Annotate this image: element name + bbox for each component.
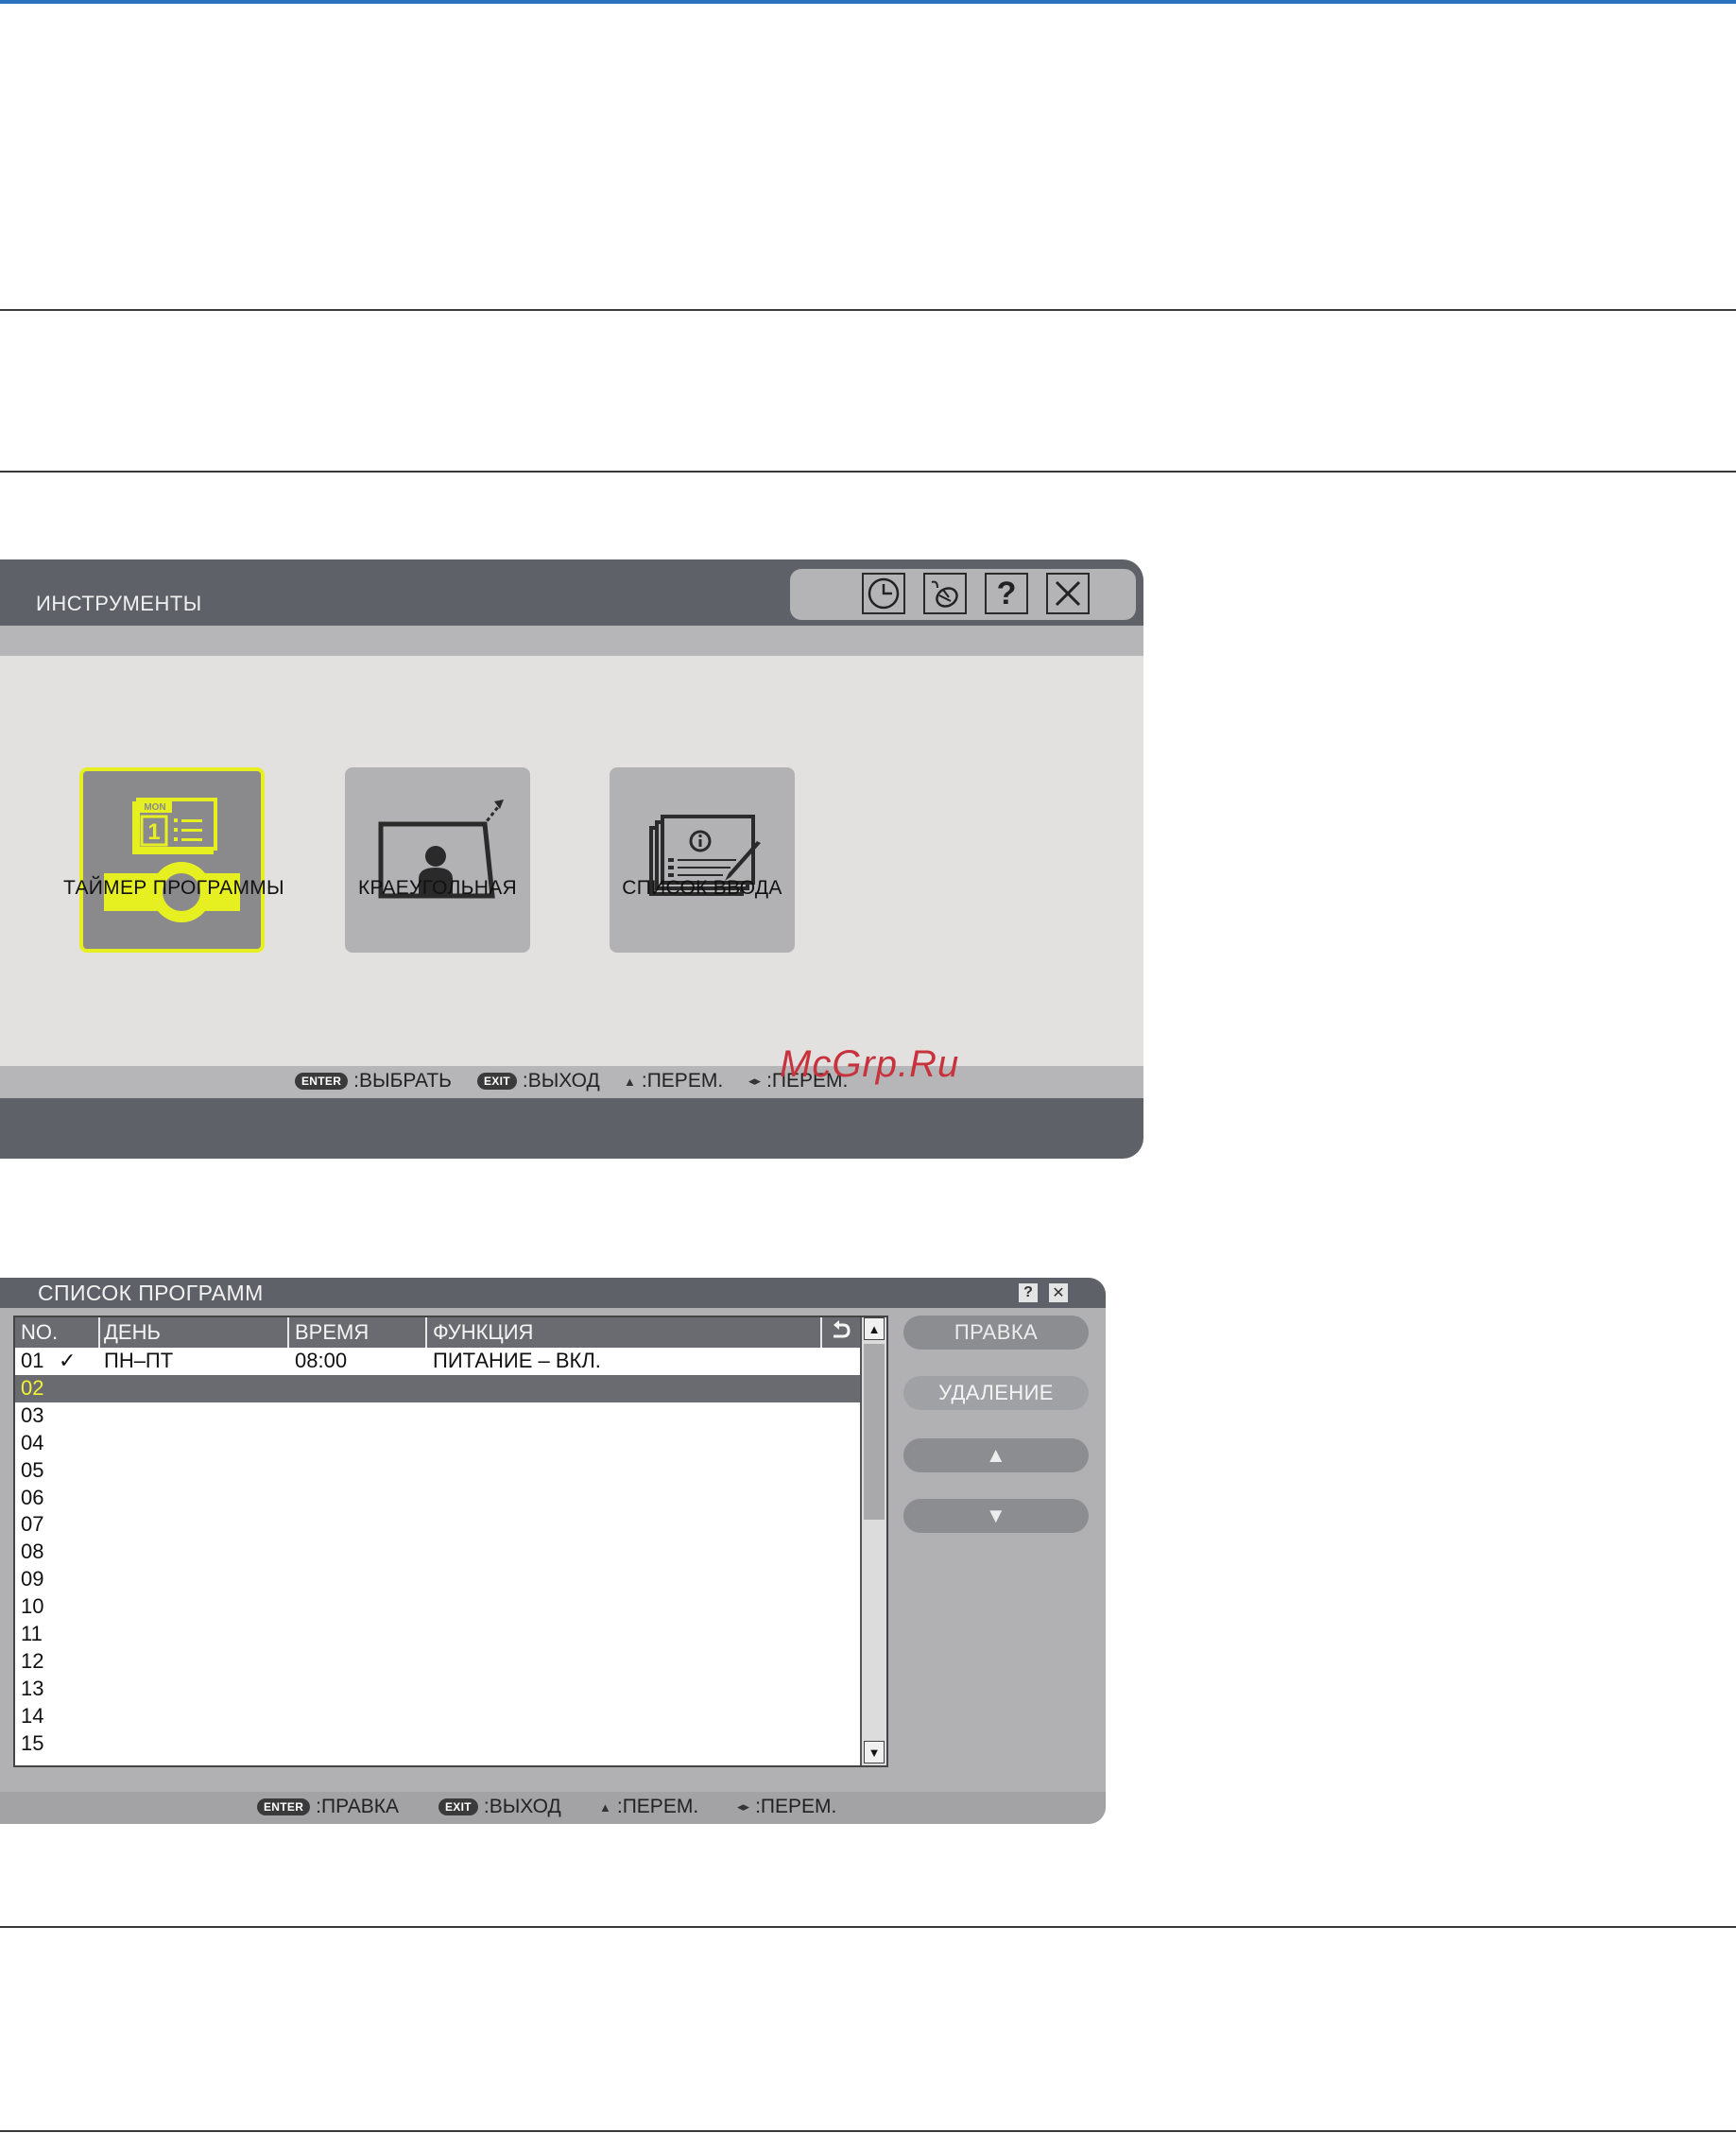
move-up-button[interactable]: ▲	[903, 1438, 1089, 1472]
program-table: NO. ДЕНЬ ВРЕМЯ ФУНКЦИЯ 01 ✓ ПН–ПТ 08:00 ПИТА…	[13, 1316, 888, 1767]
edit-button[interactable]: ПРАВКА	[903, 1316, 1089, 1350]
program-list-title: СПИСОК ПРОГРАММ	[38, 1281, 264, 1305]
tools-icon-bar: ?	[790, 569, 1136, 620]
tools-help-bar: ENTER :ВЫБРАТЬ EXIT :ВЫХОД ▲ :ПЕРЕМ. ◂▸ …	[0, 1066, 1143, 1098]
up-down-arrows-icon: ▲	[624, 1074, 636, 1089]
table-row[interactable]: 02	[15, 1374, 860, 1402]
close-icon[interactable]: ✕	[1049, 1283, 1068, 1302]
table-row[interactable]: 10	[15, 1593, 860, 1621]
row-no: 11	[21, 1622, 43, 1645]
row-no: 02	[21, 1375, 44, 1400]
divider	[0, 471, 1736, 473]
delete-button[interactable]: УДАЛЕНИЕ	[903, 1376, 1089, 1410]
enter-key-icon: ENTER	[257, 1798, 311, 1815]
svg-text:1: 1	[147, 819, 160, 845]
column-divider	[820, 1317, 822, 1348]
scrollbar[interactable]: ▲ ▼	[860, 1317, 886, 1765]
help-icon[interactable]: ?	[985, 573, 1028, 614]
column-divider	[98, 1317, 100, 1348]
svg-text:MON: MON	[144, 802, 165, 813]
table-row[interactable]: 09	[15, 1566, 860, 1593]
row-function: ПИТАНИЕ – ВКЛ.	[433, 1349, 601, 1372]
help-updown: ▲ :ПЕРЕМ.	[599, 1796, 699, 1817]
table-row[interactable]: 05	[15, 1457, 860, 1485]
tools-window: ИНСТРУМЕНТЫ ? MON 1 ТАЙМЕР ПРОГРАММЫ КРА…	[0, 559, 1143, 1159]
row-no: 03	[21, 1402, 44, 1427]
row-no: 12	[21, 1648, 44, 1673]
table-row[interactable]: 11	[15, 1621, 860, 1648]
row-no: 09	[21, 1567, 44, 1591]
column-divider	[287, 1317, 289, 1348]
close-icon[interactable]	[1046, 573, 1090, 614]
program-list-window: СПИСОК ПРОГРАММ ? ✕ NO. ДЕНЬ ВРЕМЯ ФУНКЦ…	[0, 1278, 1106, 1824]
divider	[0, 309, 1736, 311]
row-no: 13	[21, 1676, 44, 1700]
input-list-label: СПИСОК ВВОДА	[622, 877, 782, 899]
program-list-help-bar: ENTER :ПРАВКА EXIT :ВЫХОД ▲ :ПЕРЕМ. ◂▸ :…	[0, 1792, 1106, 1824]
help-exit: EXIT :ВЫХОД	[477, 1070, 600, 1092]
table-row[interactable]: 14	[15, 1703, 860, 1730]
scroll-down-button[interactable]: ▼	[864, 1741, 885, 1763]
table-row[interactable]: 15	[15, 1730, 860, 1758]
top-accent-bar	[0, 0, 1736, 4]
table-header: NO. ДЕНЬ ВРЕМЯ ФУНКЦИЯ	[15, 1317, 860, 1348]
col-time: ВРЕМЯ	[295, 1320, 370, 1344]
row-no: 01	[21, 1349, 44, 1372]
up-down-arrows-icon: ▲	[599, 1799, 611, 1815]
row-no: 14	[21, 1703, 44, 1728]
row-day: ПН–ПТ	[104, 1349, 174, 1372]
help-icon[interactable]: ?	[1019, 1283, 1038, 1302]
row-no: 08	[21, 1540, 44, 1564]
row-no: 06	[21, 1485, 44, 1509]
left-right-arrows-icon: ◂▸	[748, 1074, 762, 1088]
help-exit: EXIT :ВЫХОД	[438, 1796, 561, 1818]
input-list-tile[interactable]	[610, 767, 795, 953]
row-no: 15	[21, 1730, 44, 1755]
col-no: NO.	[21, 1320, 59, 1344]
table-row[interactable]: 04	[15, 1430, 860, 1457]
move-down-button[interactable]: ▼	[903, 1499, 1089, 1533]
clock-icon[interactable]	[862, 573, 905, 614]
help-enter: ENTER :ПРАВКА	[257, 1796, 399, 1818]
program-timer-tile[interactable]: MON 1	[79, 767, 265, 953]
table-row[interactable]: 12	[15, 1648, 860, 1676]
divider	[0, 2130, 1736, 2132]
column-divider	[425, 1317, 427, 1348]
checkmark-icon: ✓	[59, 1349, 77, 1372]
cornerstone-icon	[378, 800, 504, 899]
col-day: ДЕНЬ	[104, 1320, 161, 1344]
cornerstone-tile[interactable]	[345, 767, 530, 953]
table-row[interactable]: 07	[15, 1511, 860, 1539]
row-no: 05	[21, 1457, 44, 1482]
tools-title: ИНСТРУМЕНТЫ	[36, 592, 202, 615]
row-no: 07	[21, 1512, 44, 1537]
row-time: 08:00	[295, 1349, 348, 1372]
scroll-thumb[interactable]	[864, 1344, 885, 1520]
program-timer-icon: MON 1	[104, 798, 240, 922]
watermark: McGrp.Ru	[780, 1043, 960, 1085]
exit-key-icon: EXIT	[438, 1798, 478, 1815]
enter-key-icon: ENTER	[295, 1073, 349, 1090]
tools-body: MON 1 ТАЙМЕР ПРОГРАММЫ КРАЕУГОЛЬНАЯ СПИС…	[0, 656, 1143, 1066]
help-enter: ENTER :ВЫБРАТЬ	[295, 1070, 452, 1092]
mouse-icon[interactable]	[923, 573, 967, 614]
left-right-arrows-icon: ◂▸	[737, 1799, 750, 1814]
row-no: 04	[21, 1430, 44, 1454]
row-no: 10	[21, 1594, 44, 1619]
table-row[interactable]: 08	[15, 1539, 860, 1566]
scroll-up-button[interactable]: ▲	[864, 1317, 885, 1340]
repeat-icon	[830, 1317, 852, 1351]
program-list-title-bar: СПИСОК ПРОГРАММ ? ✕	[0, 1278, 1106, 1308]
col-function: ФУНКЦИЯ	[433, 1320, 534, 1344]
input-list-icon	[649, 815, 761, 896]
table-row[interactable]: 13	[15, 1676, 860, 1703]
tools-strip	[0, 626, 1143, 656]
table-row[interactable]: 01 ✓ ПН–ПТ 08:00 ПИТАНИЕ – ВКЛ.	[15, 1348, 860, 1375]
table-row[interactable]: 03	[15, 1402, 860, 1430]
divider	[0, 1926, 1736, 1928]
exit-key-icon: EXIT	[477, 1073, 517, 1090]
help-updown: ▲ :ПЕРЕМ.	[624, 1070, 724, 1092]
table-row[interactable]: 06	[15, 1485, 860, 1512]
help-leftright: ◂▸ :ПЕРЕМ.	[737, 1796, 837, 1817]
